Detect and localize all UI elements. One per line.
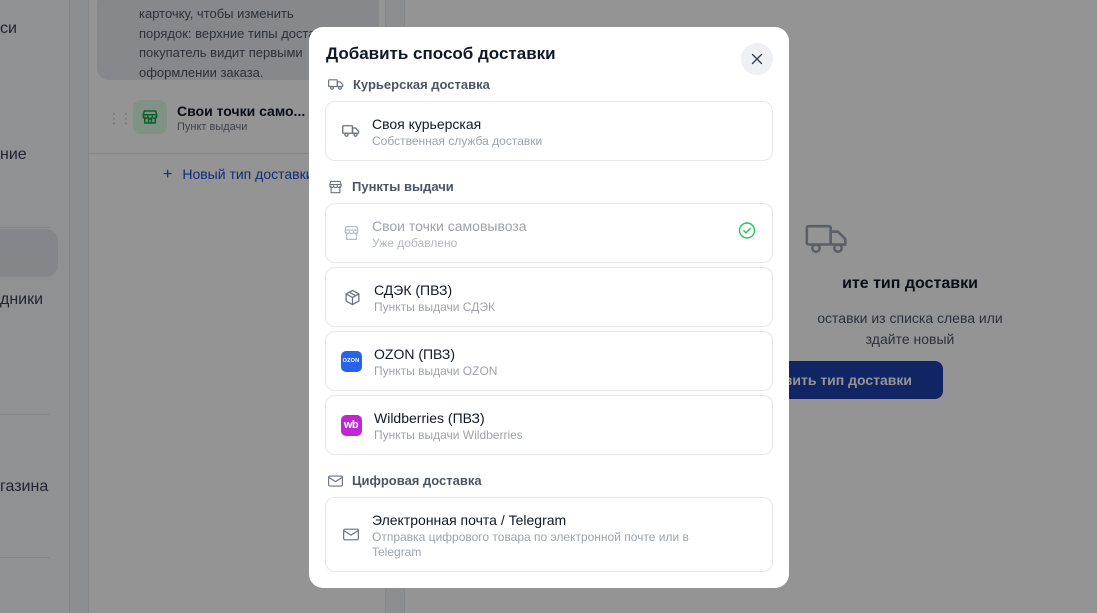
section-label: Цифровая доставка: [352, 473, 482, 488]
dialog-title: Добавить способ доставки: [326, 44, 556, 63]
truck-icon: [328, 79, 344, 90]
option-title: Свои точки самовывоза: [372, 218, 527, 234]
section-courier: Курьерская доставка: [328, 77, 490, 92]
option-own-courier[interactable]: Своя курьерская Собственная служба доста…: [325, 101, 773, 161]
section-label: Курьерская доставка: [353, 77, 490, 92]
check-circle-icon: [738, 222, 756, 245]
option-title: СДЭК (ПВЗ): [374, 282, 453, 298]
option-email-telegram[interactable]: Электронная почта / Telegram Отправка ци…: [325, 497, 773, 572]
option-title: Электронная почта / Telegram: [372, 512, 567, 528]
mail-icon: [328, 474, 343, 487]
option-subtitle: Пункты выдачи OZON: [374, 364, 498, 378]
option-subtitle: Пункты выдачи СДЭК: [374, 300, 495, 314]
ozon-logo-icon: OZON: [340, 350, 362, 372]
store-icon: [340, 222, 362, 244]
option-wildberries[interactable]: wb Wildberries (ПВЗ) Пункты выдачи Wildb…: [325, 395, 773, 455]
truck-icon: [340, 120, 362, 142]
add-delivery-method-dialog: Добавить способ доставки Курьерская дост…: [309, 27, 789, 588]
section-label: Пункты выдачи: [352, 179, 454, 194]
option-own-pickup-points: Свои точки самовывоза Уже добавлено: [325, 203, 773, 263]
section-digital: Цифровая доставка: [328, 473, 482, 488]
option-title: OZON (ПВЗ): [374, 346, 456, 362]
option-subtitle-line: Telegram: [372, 545, 422, 559]
section-pickup-points: Пункты выдачи: [328, 179, 454, 194]
mail-icon: [340, 524, 362, 546]
option-subtitle-line: Отправка цифрового товара по электронной…: [372, 530, 689, 544]
option-subtitle: Собственная служба доставки: [372, 134, 543, 148]
option-title: Своя курьерская: [372, 116, 482, 132]
wildberries-logo-icon: wb: [340, 414, 362, 436]
option-cdek[interactable]: СДЭК (ПВЗ) Пункты выдачи СДЭК: [325, 267, 773, 327]
close-icon: [751, 53, 763, 65]
option-title: Wildberries (ПВЗ): [374, 410, 485, 426]
option-subtitle: Пункты выдачи Wildberries: [374, 428, 523, 442]
package-icon: [341, 286, 363, 308]
store-icon: [329, 180, 342, 193]
option-ozon[interactable]: OZON OZON (ПВЗ) Пункты выдачи OZON: [325, 331, 773, 391]
close-button[interactable]: [741, 43, 773, 75]
option-subtitle: Уже добавлено: [372, 236, 458, 250]
